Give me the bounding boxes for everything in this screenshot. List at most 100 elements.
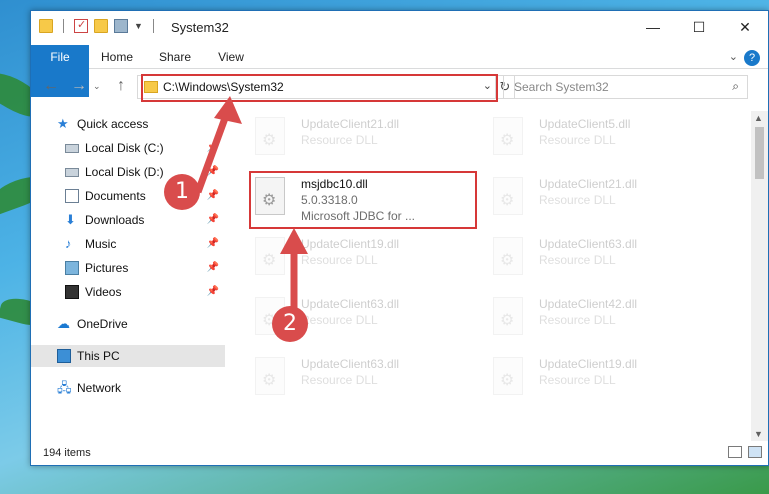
file-name: UpdateClient19.dll <box>301 237 400 251</box>
step-callout-2: 2 <box>272 306 308 342</box>
tab-share[interactable]: Share <box>153 45 197 69</box>
dll-file-icon: ⚙ <box>255 357 285 395</box>
disk-icon <box>65 168 79 177</box>
file-type: Resource DLL <box>539 133 616 147</box>
sidebar-item-music[interactable]: ♪ Music 📌 <box>31 233 225 255</box>
file-type: Resource DLL <box>539 373 616 387</box>
disk-icon <box>65 144 79 153</box>
file-item[interactable]: ⚙ UpdateClient21.dll Resource DLL <box>255 113 485 165</box>
minimize-button[interactable]: — <box>630 11 676 43</box>
pin-icon: 📌 <box>206 262 219 273</box>
file-item[interactable]: ⚙ UpdateClient63.dll Resource DLL <box>493 233 723 285</box>
maximize-button[interactable]: ☐ <box>676 11 722 43</box>
file-name: UpdateClient21.dll <box>301 117 400 131</box>
scrollbar-thumb[interactable] <box>755 127 764 179</box>
explorer-window: ▼ System32 — ☐ ✕ File Home Share View ⌄ … <box>30 10 769 466</box>
sidebar-item-label: Local Disk (D:) <box>85 165 164 179</box>
forward-arrow-icon[interactable]: → <box>71 77 87 95</box>
new-folder-icon[interactable] <box>94 19 108 33</box>
window-controls: — ☐ ✕ <box>630 11 768 43</box>
network-icon: 🖧 <box>57 380 72 395</box>
sidebar-item-label: This PC <box>77 349 120 363</box>
gear-icon: ⚙ <box>500 312 515 329</box>
sidebar-item-label: OneDrive <box>77 317 128 331</box>
gear-icon: ⚙ <box>500 192 515 209</box>
cloud-icon: ☁ <box>57 316 70 331</box>
scroll-down-icon[interactable]: ▼ <box>754 429 763 439</box>
sidebar-item-onedrive[interactable]: ☁ OneDrive <box>31 313 225 335</box>
expand-ribbon-icon[interactable]: ⌄ <box>729 50 738 63</box>
gear-icon: ⚙ <box>262 372 277 389</box>
pin-icon: 📌 <box>206 238 219 249</box>
file-type: Resource DLL <box>539 313 616 327</box>
up-arrow-icon[interactable]: ↑ <box>117 77 125 95</box>
help-icon[interactable]: ? <box>744 50 760 66</box>
dll-file-icon: ⚙ <box>493 237 523 275</box>
sidebar-item-videos[interactable]: Videos 📌 <box>31 281 225 303</box>
sidebar-item-label: Downloads <box>85 213 145 227</box>
sidebar-item-label: Pictures <box>85 261 129 275</box>
recent-locations-icon[interactable]: ⌄ <box>93 81 101 92</box>
title-bar: ▼ System32 — ☐ ✕ <box>31 11 768 43</box>
dll-file-icon: ⚙ <box>493 297 523 335</box>
documents-icon <box>65 189 79 203</box>
chevron-down-icon[interactable]: ▼ <box>134 21 143 31</box>
properties-check-icon[interactable] <box>74 18 88 33</box>
close-button[interactable]: ✕ <box>722 11 768 43</box>
file-highlight-box <box>249 171 477 229</box>
file-type: Resource DLL <box>539 253 616 267</box>
ribbon-tabs: File Home Share View <box>31 45 768 97</box>
sidebar-item-label: Music <box>85 237 117 251</box>
quick-access-toolbar: ▼ <box>39 18 158 33</box>
search-placeholder: Search System32 <box>514 80 609 94</box>
file-item[interactable]: ⚙ UpdateClient21.dll Resource DLL <box>493 173 723 225</box>
sidebar-item-pictures[interactable]: Pictures 📌 <box>31 257 225 279</box>
status-bar: 194 items <box>31 441 768 465</box>
file-type: Resource DLL <box>301 133 378 147</box>
toolbar-separator <box>63 19 64 33</box>
file-item[interactable]: ⚙ UpdateClient19.dll Resource DLL <box>493 353 723 405</box>
file-name: UpdateClient42.dll <box>539 297 638 311</box>
file-name: UpdateClient21.dll <box>539 177 638 191</box>
gear-icon: ⚙ <box>500 252 515 269</box>
toolbar-separator <box>152 19 154 33</box>
music-icon: ♪ <box>65 236 72 251</box>
file-name: UpdateClient19.dll <box>539 357 638 371</box>
file-name: UpdateClient63.dll <box>301 357 400 371</box>
star-icon: ★ <box>57 116 69 131</box>
sidebar-item-label: Documents <box>85 189 146 203</box>
search-input[interactable]: Search System32 ⌕ <box>503 75 748 99</box>
large-icons-view-icon[interactable] <box>748 446 762 458</box>
file-name: UpdateClient63.dll <box>539 237 638 251</box>
sidebar-item-label: Videos <box>85 285 122 299</box>
tab-view[interactable]: View <box>209 45 253 69</box>
file-type: Resource DLL <box>301 373 378 387</box>
dll-file-icon: ⚙ <box>493 117 523 155</box>
window-title: System32 <box>171 20 229 35</box>
customize-icon[interactable] <box>114 19 128 33</box>
item-count: 194 items <box>43 447 91 459</box>
scroll-up-icon[interactable]: ▲ <box>754 113 763 123</box>
details-view-icon[interactable] <box>728 446 742 458</box>
download-icon: ⬇ <box>65 212 76 227</box>
sidebar-item-label: Network <box>77 381 122 395</box>
sidebar-item-label: Quick access <box>77 117 149 131</box>
view-toggle <box>728 446 762 458</box>
file-item[interactable]: ⚙ UpdateClient42.dll Resource DLL <box>493 293 723 345</box>
file-name: UpdateClient63.dll <box>301 297 400 311</box>
dll-file-icon: ⚙ <box>493 357 523 395</box>
gear-icon: ⚙ <box>500 372 515 389</box>
back-arrow-icon[interactable]: ← <box>43 77 59 95</box>
pictures-icon <box>65 261 79 275</box>
sidebar-item-this-pc[interactable]: This PC <box>31 345 225 367</box>
file-item[interactable]: ⚙ UpdateClient63.dll Resource DLL <box>255 353 485 405</box>
tab-home[interactable]: Home <box>95 45 139 69</box>
file-name: UpdateClient5.dll <box>539 117 631 131</box>
file-item[interactable]: ⚙ UpdateClient5.dll Resource DLL <box>493 113 723 165</box>
vertical-scrollbar[interactable]: ▲ ▼ <box>751 111 768 441</box>
file-type: Resource DLL <box>539 193 616 207</box>
search-icon[interactable]: ⌕ <box>732 79 739 94</box>
folder-icon <box>39 19 53 33</box>
sidebar-item-network[interactable]: 🖧 Network <box>31 377 225 399</box>
pin-icon: 📌 <box>206 286 219 297</box>
